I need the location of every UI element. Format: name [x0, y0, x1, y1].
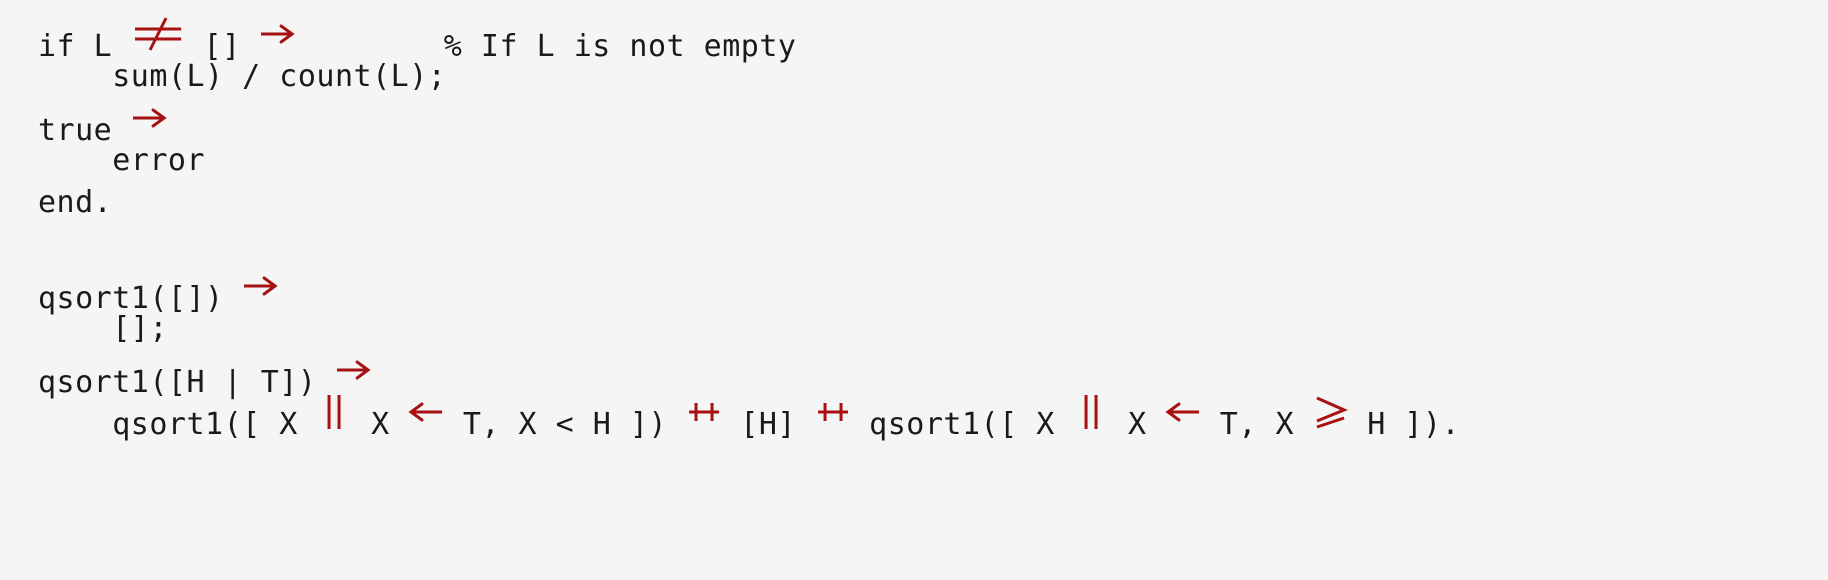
code-line: true ->: [38, 98, 1460, 148]
code-text: T, X < H ]): [444, 407, 686, 442]
double-pipe-ligature: ||: [316, 392, 352, 434]
code-text: error: [38, 143, 206, 178]
code-line: qsort1([ X || X <- T, X < H ]) ++ [H] ++…: [38, 392, 1460, 442]
code-block: if L =/= [] -> % If L is not empty sum(L…: [38, 14, 1460, 442]
code-text: [];: [38, 311, 168, 346]
greater-equal-ligature: >=: [1313, 392, 1349, 434]
left-arrow-ligature: <-: [408, 392, 444, 434]
right-arrow-ligature: ->: [131, 98, 167, 140]
code-text: H ]).: [1348, 407, 1461, 442]
code-text: X: [1109, 407, 1166, 442]
right-arrow-ligature: ->: [335, 350, 371, 392]
code-text: qsort1([ X: [850, 407, 1074, 442]
double-plus-ligature: ++: [686, 392, 722, 434]
code-line: qsort1([]) ->: [38, 266, 1460, 316]
code-line: if L =/= [] -> % If L is not empty: [38, 14, 1460, 64]
code-text: qsort1([ X: [38, 407, 317, 442]
double-plus-ligature: ++: [815, 392, 851, 434]
code-line: qsort1([H | T]) ->: [38, 350, 1460, 400]
not-equal-ligature: =/=: [131, 14, 185, 56]
code-text: T, X: [1201, 407, 1313, 442]
code-text: X: [352, 407, 409, 442]
code-text: [H]: [721, 407, 815, 442]
code-line: error: [38, 140, 1460, 182]
double-pipe-ligature: ||: [1073, 392, 1109, 434]
right-arrow-ligature: ->: [242, 266, 278, 308]
code-line: end.: [38, 182, 1460, 224]
code-text: end.: [38, 185, 113, 220]
code-text: sum(L) / count(L);: [38, 59, 447, 94]
right-arrow-ligature: ->: [259, 14, 295, 56]
left-arrow-ligature: <-: [1165, 392, 1201, 434]
code-line: [];: [38, 308, 1460, 350]
